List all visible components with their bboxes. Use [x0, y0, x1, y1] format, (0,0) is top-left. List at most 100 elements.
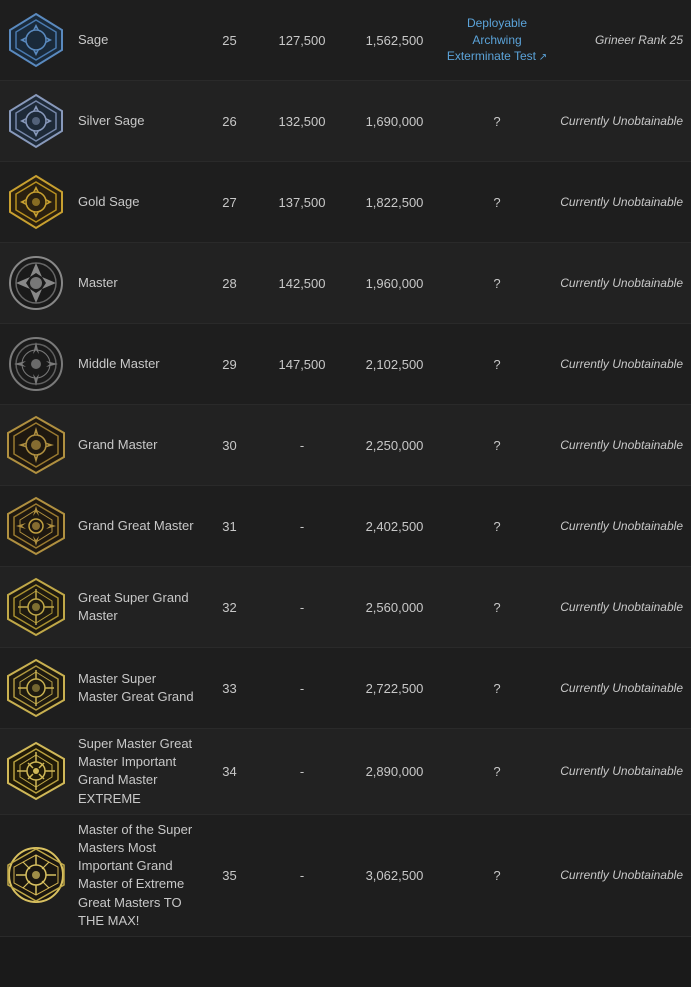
rank-total-xp-sage: 1,562,500 [347, 33, 442, 48]
rank-xp-grand-great-master: - [257, 519, 347, 534]
rank-xp-sage: 127,500 [257, 33, 347, 48]
mastery-rank-table: Sage25127,5001,562,500 Deployable Archwin… [0, 0, 691, 937]
rank-name-gold-sage: Gold Sage [72, 193, 202, 211]
rank-test-unknown-grand-master: ? [493, 438, 500, 453]
rank-test-unknown-super-master-great-master: ? [493, 764, 500, 779]
rank-test-gold-sage: ? [442, 195, 552, 210]
rank-name-master-super-master-great-grand: Master Super Master Great Grand [72, 670, 202, 706]
table-row-super-master-great-master: Super Master Great Master Important Gran… [0, 729, 691, 815]
rank-total-xp-great-super-grand-master: 2,560,000 [347, 600, 442, 615]
rank-number-grand-great-master: 31 [202, 519, 257, 534]
rank-icon-grand-great-master [0, 492, 72, 560]
rank-notes-master: Currently Unobtainable [552, 275, 691, 292]
rank-xp-grand-master: - [257, 438, 347, 453]
rank-total-xp-gold-sage: 1,822,500 [347, 195, 442, 210]
table-row-middle-master: Middle Master29147,5002,102,500? Currentl… [0, 324, 691, 405]
rank-test-grand-master: ? [442, 438, 552, 453]
rank-test-link-sage[interactable]: Deployable Archwing Exterminate Test ↗ [447, 16, 547, 64]
rank-number-master-of-super-masters: 35 [202, 868, 257, 883]
table-row-master: Master28142,5001,960,000? Currently Unobt… [0, 243, 691, 324]
rank-name-great-super-grand-master: Great Super Grand Master [72, 589, 202, 625]
rank-xp-master: 142,500 [257, 276, 347, 291]
table-row-grand-master: Grand Master30-2,250,000? Currently Unobt… [0, 405, 691, 486]
rank-xp-super-master-great-master: - [257, 764, 347, 779]
rank-number-grand-master: 30 [202, 438, 257, 453]
rank-number-sage: 25 [202, 33, 257, 48]
rank-total-xp-middle-master: 2,102,500 [347, 357, 442, 372]
rank-test-master: ? [442, 276, 552, 291]
rank-name-sage: Sage [72, 31, 202, 49]
table-row-grand-great-master: Grand Great Master31-2,402,500? Currently… [0, 486, 691, 567]
table-row-gold-sage: Gold Sage27137,5001,822,500? Currently Un… [0, 162, 691, 243]
rank-number-middle-master: 29 [202, 357, 257, 372]
rank-notes-master-super-master-great-grand: Currently Unobtainable [552, 680, 691, 697]
rank-name-grand-great-master: Grand Great Master [72, 517, 202, 535]
table-row-great-super-grand-master: Great Super Grand Master32-2,560,000? Cur… [0, 567, 691, 648]
rank-xp-great-super-grand-master: - [257, 600, 347, 615]
rank-total-xp-master-of-super-masters: 3,062,500 [347, 868, 442, 883]
rank-test-unknown-silver-sage: ? [493, 114, 500, 129]
rank-number-master: 28 [202, 276, 257, 291]
rank-number-super-master-great-master: 34 [202, 764, 257, 779]
rank-number-gold-sage: 27 [202, 195, 257, 210]
rank-total-xp-silver-sage: 1,690,000 [347, 114, 442, 129]
rank-test-unknown-middle-master: ? [493, 357, 500, 372]
rank-test-master-super-master-great-grand: ? [442, 681, 552, 696]
rank-total-xp-master: 1,960,000 [347, 276, 442, 291]
rank-test-unknown-master-of-super-masters: ? [493, 868, 500, 883]
table-row-silver-sage: Silver Sage26132,5001,690,000? Currently … [0, 81, 691, 162]
rank-icon-grand-master [0, 411, 72, 479]
rank-name-master: Master [72, 274, 202, 292]
rank-icon-super-master-great-master [0, 737, 72, 805]
rank-notes-super-master-great-master: Currently Unobtainable [552, 763, 691, 780]
rank-xp-silver-sage: 132,500 [257, 114, 347, 129]
rank-name-super-master-great-master: Super Master Great Master Important Gran… [72, 735, 202, 808]
rank-test-unknown-great-super-grand-master: ? [493, 600, 500, 615]
rank-test-grand-great-master: ? [442, 519, 552, 534]
rank-test-unknown-gold-sage: ? [493, 195, 500, 210]
rank-icon-middle-master [0, 330, 72, 398]
rank-xp-master-super-master-great-grand: - [257, 681, 347, 696]
rank-name-silver-sage: Silver Sage [72, 112, 202, 130]
rank-test-unknown-grand-great-master: ? [493, 519, 500, 534]
rank-notes-grand-master: Currently Unobtainable [552, 437, 691, 454]
rank-test-middle-master: ? [442, 357, 552, 372]
rank-notes-middle-master: Currently Unobtainable [552, 356, 691, 373]
rank-test-sage[interactable]: Deployable Archwing Exterminate Test ↗ [442, 15, 552, 66]
rank-name-middle-master: Middle Master [72, 355, 202, 373]
rank-test-unknown-master: ? [493, 276, 500, 291]
rank-notes-silver-sage: Currently Unobtainable [552, 113, 691, 130]
rank-xp-middle-master: 147,500 [257, 357, 347, 372]
rank-number-silver-sage: 26 [202, 114, 257, 129]
rank-notes-grand-great-master: Currently Unobtainable [552, 518, 691, 535]
rank-number-master-super-master-great-grand: 33 [202, 681, 257, 696]
rank-notes-great-super-grand-master: Currently Unobtainable [552, 599, 691, 616]
rank-notes-master-of-super-masters: Currently Unobtainable [552, 867, 691, 884]
rank-test-great-super-grand-master: ? [442, 600, 552, 615]
rank-icon-master [0, 249, 72, 317]
rank-test-master-of-super-masters: ? [442, 868, 552, 883]
rank-xp-gold-sage: 137,500 [257, 195, 347, 210]
rank-icon-sage [0, 6, 72, 74]
table-row-master-super-master-great-grand: Master Super Master Great Grand33-2,722,… [0, 648, 691, 729]
rank-icon-silver-sage [0, 87, 72, 155]
rank-notes-gold-sage: Currently Unobtainable [552, 194, 691, 211]
rank-xp-master-of-super-masters: - [257, 868, 347, 883]
rank-total-xp-grand-master: 2,250,000 [347, 438, 442, 453]
rank-icon-gold-sage [0, 168, 72, 236]
table-row-sage: Sage25127,5001,562,500 Deployable Archwin… [0, 0, 691, 81]
rank-total-xp-grand-great-master: 2,402,500 [347, 519, 442, 534]
rank-test-silver-sage: ? [442, 114, 552, 129]
rank-number-great-super-grand-master: 32 [202, 600, 257, 615]
rank-test-super-master-great-master: ? [442, 764, 552, 779]
rank-name-master-of-super-masters: Master of the Super Masters Most Importa… [72, 821, 202, 930]
rank-total-xp-super-master-great-master: 2,890,000 [347, 764, 442, 779]
rank-icon-great-super-grand-master [0, 573, 72, 641]
rank-test-unknown-master-super-master-great-grand: ? [493, 681, 500, 696]
rank-name-grand-master: Grand Master [72, 436, 202, 454]
rank-icon-master-super-master-great-grand [0, 654, 72, 722]
rank-icon-master-of-super-masters [0, 841, 72, 909]
rank-notes-sage: Grineer Rank 25 [552, 32, 691, 49]
table-row-master-of-super-masters: Master of the Super Masters Most Importa… [0, 815, 691, 937]
rank-total-xp-master-super-master-great-grand: 2,722,500 [347, 681, 442, 696]
